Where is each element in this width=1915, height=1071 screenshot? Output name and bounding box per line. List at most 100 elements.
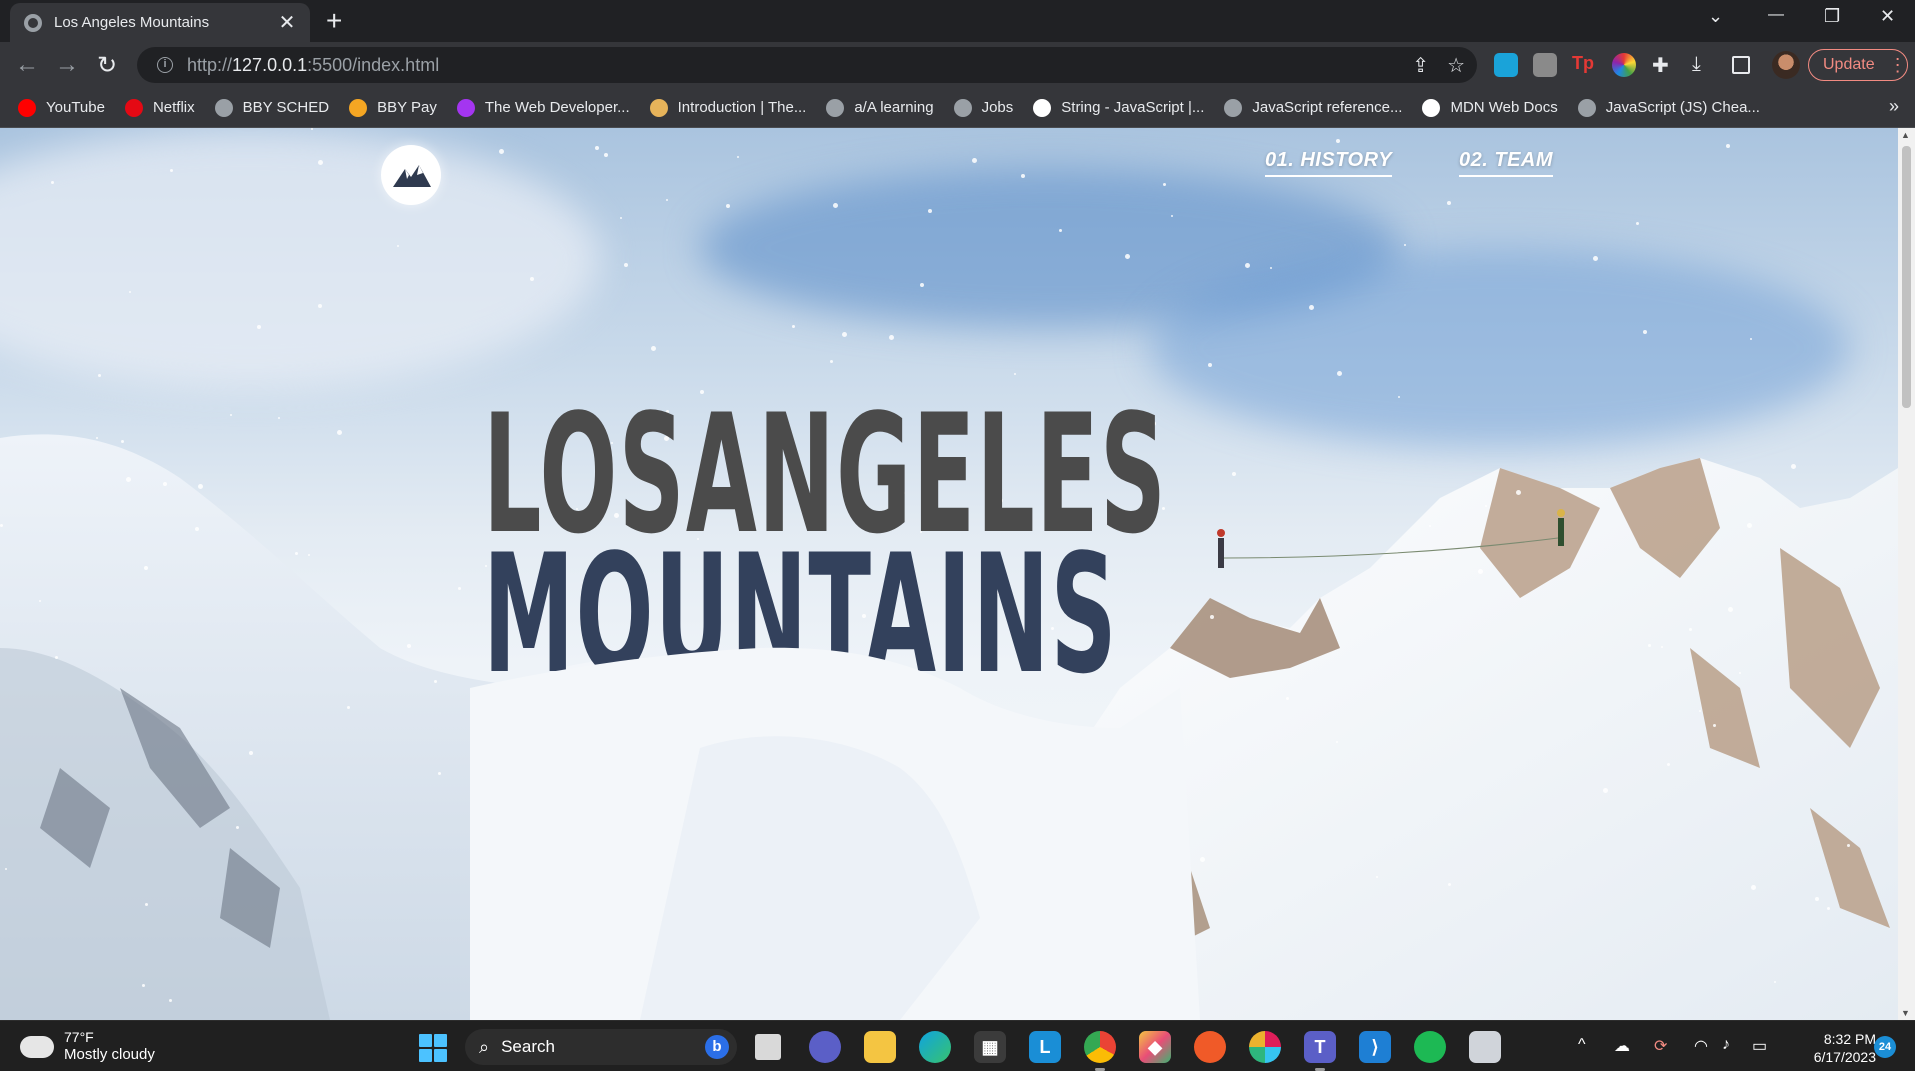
page-scrollbar[interactable]: ▲ ▼	[1898, 128, 1915, 1020]
snowflake	[940, 746, 943, 749]
profile-avatar[interactable]	[1772, 51, 1800, 79]
address-bar[interactable]: i http://127.0.0.1:5500/index.html ⇪ ☆	[137, 47, 1477, 83]
volume-icon[interactable]: ♪	[1722, 1036, 1730, 1054]
snowflake	[163, 482, 167, 486]
search-icon: ⌕	[479, 1036, 490, 1057]
bookmark-item[interactable]: Introduction | The...	[649, 98, 807, 117]
bookmark-item[interactable]: BBY Pay	[349, 98, 437, 117]
minimize-button[interactable]: —	[1768, 6, 1784, 24]
taskbar-search[interactable]: ⌕ Search b	[465, 1029, 737, 1065]
notification-badge[interactable]: 24	[1874, 1036, 1896, 1058]
snowflake	[1398, 396, 1400, 398]
bing-icon[interactable]: b	[705, 1035, 729, 1059]
cloudy-weather-icon	[16, 1025, 54, 1058]
bookmarks-overflow-icon[interactable]: »	[1889, 96, 1899, 117]
extension-icon-grey[interactable]	[1533, 53, 1557, 77]
menu-dots-icon[interactable]: ⋮	[1889, 55, 1907, 76]
bookmark-item[interactable]: a/A learning	[826, 98, 934, 117]
snowflake	[726, 204, 730, 208]
url-text[interactable]: http://127.0.0.1:5500/index.html	[187, 55, 439, 76]
file-explorer-icon[interactable]	[864, 1031, 896, 1063]
bookmark-item[interactable]: Jobs	[953, 98, 1013, 117]
bookmark-item[interactable]: The Web Developer...	[456, 98, 630, 117]
battery-icon[interactable]: ▭	[1752, 1036, 1767, 1056]
nav-link-history[interactable]: 01. HISTORY	[1265, 149, 1393, 177]
share-icon[interactable]: ⇪	[1412, 53, 1429, 78]
tray-overflow-chevron-icon[interactable]: ^	[1578, 1036, 1586, 1054]
snowflake	[142, 984, 145, 987]
bookmark-star-icon[interactable]: ☆	[1447, 53, 1465, 78]
back-button[interactable]: ←	[13, 51, 41, 79]
snowflake	[129, 291, 131, 293]
tab-close-icon[interactable]: ✕	[276, 10, 298, 35]
window-close-button[interactable]: ✕	[1880, 6, 1895, 27]
extensions-puzzle-icon[interactable]: ✚	[1652, 53, 1676, 77]
snowflake	[1643, 330, 1647, 334]
bookmark-item[interactable]: YouTube	[18, 98, 105, 117]
bookmark-item[interactable]: BBY SCHED	[214, 98, 330, 117]
teams-chat-icon[interactable]	[809, 1031, 841, 1063]
browser-tab[interactable]: Los Angeles Mountains ✕	[10, 3, 310, 42]
bookmark-item[interactable]: MDN Web Docs	[1422, 98, 1558, 117]
tab-search-chevron-icon[interactable]: ⌄	[1708, 6, 1723, 27]
extension-icon-tp[interactable]: Tp	[1572, 53, 1596, 77]
snowflake	[347, 706, 350, 709]
git-icon[interactable]: ◆	[1139, 1031, 1171, 1063]
onedrive-icon[interactable]: ☁	[1614, 1036, 1630, 1056]
snowflake	[833, 203, 838, 208]
slack-icon[interactable]	[1249, 1031, 1281, 1063]
scroll-up-arrow-icon[interactable]: ▲	[1901, 130, 1910, 140]
restore-button[interactable]: ❐	[1824, 6, 1840, 27]
odin-icon	[649, 98, 668, 117]
snowflake	[1593, 256, 1598, 261]
nav-link-team[interactable]: 02. TEAM	[1459, 149, 1554, 177]
teams-icon[interactable]: T	[1304, 1031, 1336, 1071]
snipping-tool-icon[interactable]	[1469, 1031, 1501, 1063]
browser-toolbar: ← → ↻ i http://127.0.0.1:5500/index.html…	[0, 42, 1915, 88]
system-clock[interactable]: 8:32 PM 6/17/2023	[1796, 1030, 1876, 1066]
snowflake	[407, 644, 411, 648]
snowflake	[1728, 607, 1733, 612]
mountain-logo-icon	[393, 165, 431, 187]
microsoft-store-icon[interactable]: ▦	[974, 1031, 1006, 1063]
l-app-icon[interactable]: L	[1029, 1031, 1061, 1063]
update-button[interactable]: Update ⋮	[1808, 49, 1908, 81]
bookmark-item[interactable]: String - JavaScript |...	[1033, 98, 1204, 117]
snowflake	[1603, 788, 1608, 793]
side-panel-icon[interactable]	[1732, 56, 1750, 74]
snowflake	[1376, 876, 1378, 878]
bookmark-item[interactable]: Netflix	[124, 98, 195, 117]
weather-widget[interactable]: 77°F Mostly cloudy	[16, 1025, 155, 1064]
snowflake	[889, 335, 894, 340]
wifi-icon[interactable]: ◠	[1694, 1036, 1708, 1056]
bookmark-label: MDN Web Docs	[1450, 99, 1558, 116]
bookmark-label: YouTube	[46, 99, 105, 116]
globe-icon	[214, 98, 233, 117]
extension-icon-cloud[interactable]	[1494, 53, 1518, 77]
bookmark-label: Introduction | The...	[677, 99, 807, 116]
weather-temperature: 77°F	[64, 1029, 94, 1045]
downloads-icon[interactable]: ⤓	[1692, 53, 1716, 77]
chrome-icon[interactable]	[1084, 1031, 1116, 1071]
forward-button[interactable]: →	[53, 51, 81, 79]
snowflake	[976, 911, 979, 914]
site-logo[interactable]	[381, 145, 441, 205]
snowflake	[1210, 615, 1214, 619]
extension-icon-color-wheel[interactable]	[1612, 53, 1636, 77]
new-tab-button[interactable]: +	[326, 4, 342, 38]
task-view-icon[interactable]	[755, 1034, 781, 1060]
site-info-icon[interactable]: i	[157, 57, 173, 73]
bookmark-item[interactable]: JavaScript reference...	[1224, 98, 1402, 117]
start-button[interactable]	[419, 1034, 447, 1062]
spotify-icon[interactable]	[1414, 1031, 1446, 1063]
vscode-icon[interactable]: ⟩	[1359, 1031, 1391, 1063]
bookmark-label: Netflix	[152, 99, 195, 116]
sync-icon[interactable]: ⟳	[1654, 1036, 1667, 1056]
bookmark-label: BBY SCHED	[242, 99, 330, 116]
postman-icon[interactable]	[1194, 1031, 1226, 1063]
bookmark-item[interactable]: JavaScript (JS) Chea...	[1577, 98, 1760, 117]
scroll-down-arrow-icon[interactable]: ▼	[1901, 1008, 1910, 1018]
reload-button[interactable]: ↻	[93, 51, 121, 80]
edge-icon[interactable]	[919, 1031, 951, 1063]
scrollbar-thumb[interactable]	[1902, 146, 1911, 408]
